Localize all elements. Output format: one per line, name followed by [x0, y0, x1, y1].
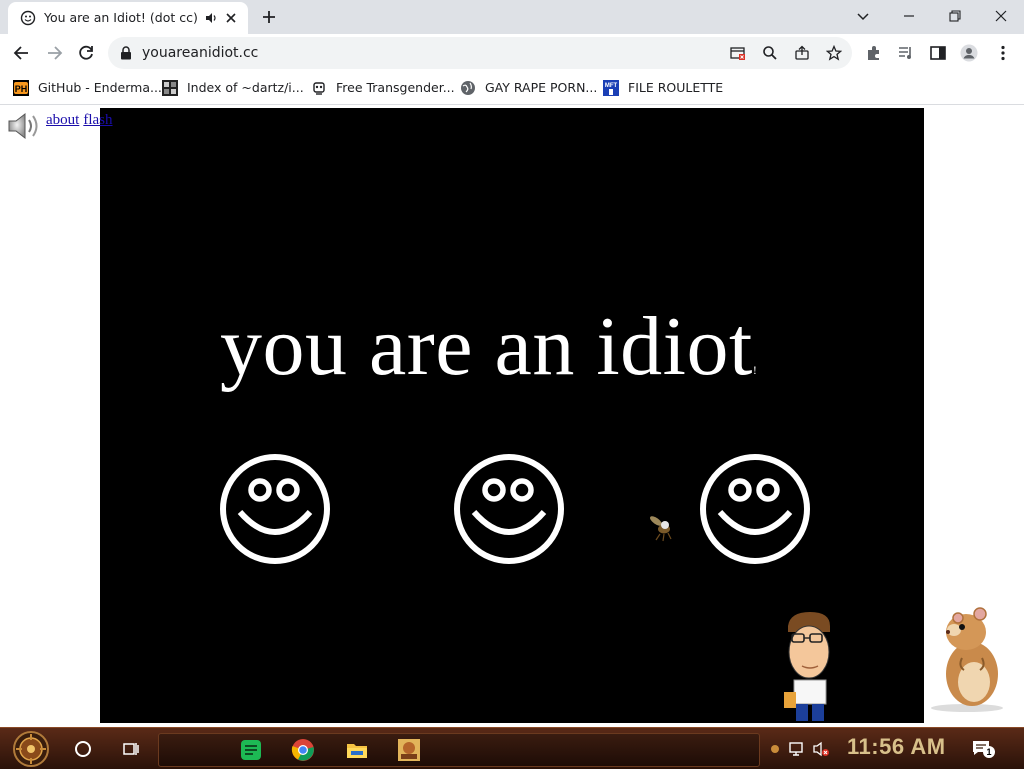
active-tab[interactable]: You are an Idiot! (dot cc)	[8, 2, 248, 34]
hamster-sprite-icon	[931, 607, 1003, 712]
smiley-face-icon	[220, 454, 330, 564]
speaker-icon[interactable]	[6, 110, 42, 142]
close-tab-icon[interactable]	[224, 11, 238, 25]
bookmark-label: GAY RAPE PORN...	[485, 80, 598, 95]
file-explorer-icon[interactable]	[345, 738, 369, 762]
taskbar: 11:56 AM 1	[0, 727, 1024, 769]
lock-icon[interactable]	[120, 46, 132, 60]
share-icon[interactable]	[794, 45, 810, 61]
smiley-face-icon	[454, 454, 564, 564]
mft-icon: MFT	[603, 80, 619, 96]
profile-avatar-icon[interactable]	[960, 44, 978, 62]
back-icon[interactable]	[12, 43, 32, 63]
notification-count: 1	[983, 746, 995, 758]
url-text[interactable]: youareanidiot.cc	[142, 45, 258, 61]
browser-toolbar: youareanidiot.cc	[0, 34, 1024, 72]
popup-blocked-icon[interactable]	[730, 45, 746, 61]
bot-icon	[313, 82, 325, 95]
headline-main: you are an idiot	[220, 300, 753, 393]
extensions-icon[interactable]	[865, 44, 883, 62]
svg-text:PH: PH	[15, 84, 28, 94]
headline-suffix: !	[752, 363, 758, 377]
tab-strip: You are an Idiot! (dot cc)	[0, 0, 1024, 34]
cortana-circle-icon[interactable]	[74, 740, 92, 758]
side-panel-icon[interactable]	[929, 44, 947, 62]
task-view-icon[interactable]	[122, 740, 140, 758]
close-window-icon[interactable]	[993, 8, 1009, 24]
new-tab-icon[interactable]	[261, 9, 277, 25]
hank-hill-sprite-icon	[784, 612, 830, 721]
bookmarks-bar: PH GitHub - Enderma... Index of ~dartz/i…	[0, 72, 1024, 105]
bookmark-label: Index of ~dartz/i...	[187, 80, 304, 95]
bookmark-label: GitHub - Enderma...	[38, 80, 162, 95]
smiley-face-icon	[700, 454, 810, 564]
bookmark-label: Free Transgender...	[336, 80, 455, 95]
globe-icon	[461, 81, 475, 95]
ph-icon: PH	[13, 80, 29, 96]
audio-playing-icon[interactable]	[204, 11, 218, 25]
volume-muted-icon[interactable]	[812, 740, 830, 758]
tab-search-chevron-icon[interactable]	[855, 8, 871, 24]
notes-app-icon[interactable]	[239, 738, 263, 762]
game-app-icon[interactable]	[397, 738, 421, 762]
menu-kebab-icon[interactable]	[994, 44, 1012, 62]
address-bar[interactable]: youareanidiot.cc	[108, 37, 852, 69]
smiley-favicon-icon	[20, 10, 36, 26]
taskbar-apps	[158, 733, 760, 767]
restore-icon[interactable]	[947, 8, 963, 24]
flash-stage[interactable]: you are an idiot!	[100, 108, 924, 723]
fly-cursor-icon	[650, 516, 672, 542]
index-icon	[162, 80, 178, 96]
network-icon[interactable]	[788, 740, 806, 758]
svg-text:MFT: MFT	[605, 83, 618, 89]
clock-time[interactable]: 11:56 AM	[847, 734, 946, 760]
reload-icon[interactable]	[76, 43, 96, 63]
forward-icon[interactable]	[44, 43, 64, 63]
zoom-search-icon[interactable]	[762, 45, 778, 61]
bookmark-label: FILE ROULETTE	[628, 80, 724, 95]
bookmark-star-icon[interactable]	[826, 45, 842, 61]
chrome-icon[interactable]	[291, 738, 315, 762]
media-controls-icon[interactable]	[897, 44, 915, 62]
tab-title: You are an Idiot! (dot cc)	[44, 10, 198, 25]
page-links: about flash	[46, 112, 117, 129]
about-link[interactable]: about	[46, 112, 79, 128]
start-orb-icon[interactable]	[12, 730, 50, 768]
flash-link[interactable]: flash	[83, 112, 112, 128]
headline-text: you are an idiot!	[220, 298, 810, 395]
notification-center-button[interactable]: 1	[972, 740, 995, 758]
tray-overflow-icon[interactable]	[766, 740, 784, 758]
minimize-icon[interactable]	[901, 8, 917, 24]
